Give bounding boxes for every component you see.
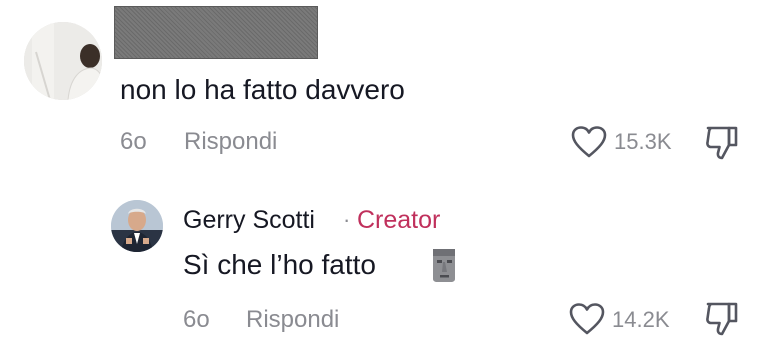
comment-text: non lo ha fatto davvero <box>120 74 405 105</box>
dislike-button[interactable] <box>703 124 741 162</box>
like-count: 14.2K <box>612 307 670 332</box>
avatar-photo-icon <box>24 22 102 100</box>
redacted-username <box>114 6 318 59</box>
creator-avatar[interactable] <box>111 200 163 252</box>
heart-outline-icon <box>569 303 605 335</box>
avatar-photo-icon <box>111 200 163 252</box>
heart-outline-icon <box>571 126 607 158</box>
like-count: 15.3K <box>614 129 672 154</box>
thumbs-down-outline-icon <box>706 302 738 336</box>
like-button[interactable] <box>568 302 606 336</box>
separator-dot: · <box>343 207 351 232</box>
reply-button[interactable]: Rispondi <box>246 306 339 334</box>
creator-badge: Creator <box>357 206 441 234</box>
reply-button[interactable]: Rispondi <box>184 128 277 156</box>
reply-time: 6o <box>183 306 210 333</box>
commenter-avatar[interactable] <box>24 22 102 100</box>
reply-text: Sì che l’ho fatto <box>183 249 377 280</box>
moai-icon <box>428 246 460 284</box>
thumbs-down-outline-icon <box>706 126 738 160</box>
like-button[interactable] <box>570 125 608 159</box>
creator-username[interactable]: Gerry Scotti <box>183 205 315 235</box>
dislike-button[interactable] <box>703 300 741 338</box>
comment-time: 6o <box>120 128 147 155</box>
